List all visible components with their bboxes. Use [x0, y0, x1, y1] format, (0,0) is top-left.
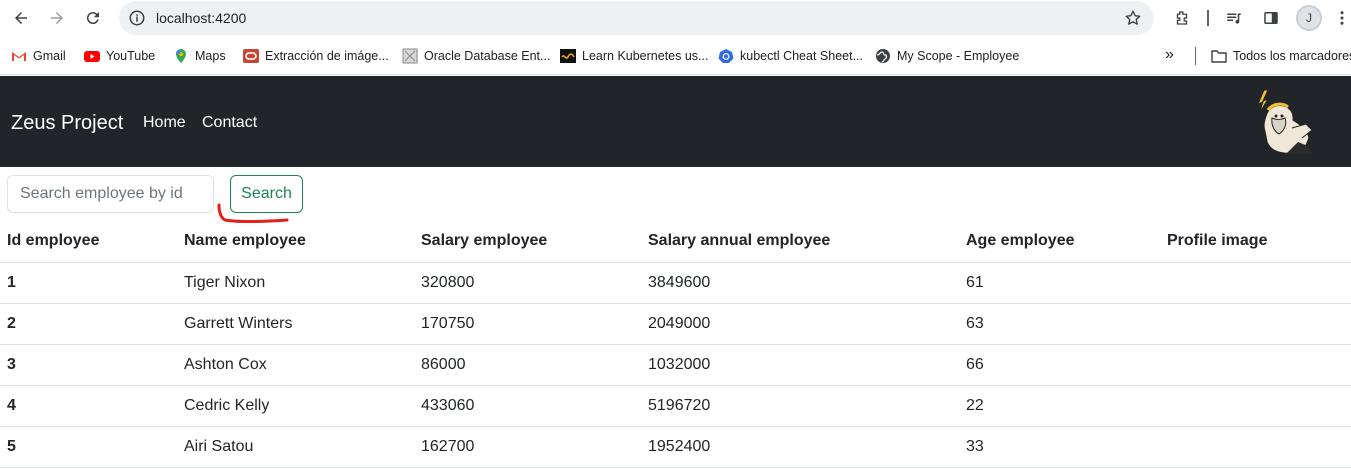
bookmark-learn-kubernetes[interactable]: Learn Kubernetes us...	[560, 48, 708, 64]
cell-age: 33	[959, 426, 1160, 468]
oracle-icon	[243, 49, 259, 63]
bookmark-label: Maps	[195, 49, 226, 63]
forward-arrow-icon[interactable]	[45, 6, 69, 30]
cell-id: 4	[0, 385, 177, 427]
more-bookmarks-chevron-icon[interactable]: »	[1165, 46, 1174, 64]
back-arrow-icon[interactable]	[9, 6, 33, 30]
bookmark-maps[interactable]: Maps	[173, 48, 226, 64]
cell-age: 22	[959, 385, 1160, 427]
cell-profile-image	[1160, 262, 1351, 304]
cell-salary: 170750	[414, 303, 641, 345]
profile-avatar[interactable]: J	[1296, 5, 1322, 31]
address-bar[interactable]: localhost:4200	[119, 1, 1154, 35]
bookmarks-bar: Gmail YouTube Maps Extracción de imáge..…	[0, 37, 1351, 75]
browser-toolbar: localhost:4200 J	[0, 0, 1351, 37]
table-header-row: Id employee Name employee Salary employe…	[0, 221, 1351, 263]
bookmark-oracle-db[interactable]: Oracle Database Ent...	[402, 48, 550, 64]
extensions-icon[interactable]	[1170, 6, 1194, 30]
table-row: 4 Cedric Kelly 433060 5196720 22	[0, 385, 1351, 427]
bookmark-label: My Scope - Employee	[897, 49, 1020, 63]
nav-link-contact[interactable]: Contact	[202, 114, 257, 132]
bookmark-gmail[interactable]: Gmail	[11, 48, 66, 64]
header-salary-annual: Salary annual employee	[641, 221, 959, 263]
cell-name: Ashton Cox	[177, 344, 414, 386]
media-control-icon[interactable]	[1222, 6, 1246, 30]
cell-age: 63	[959, 303, 1160, 345]
table-row: 5 Airi Satou 162700 1952400 33	[0, 426, 1351, 468]
cell-name: Cedric Kelly	[177, 385, 414, 427]
cell-name: Tiger Nixon	[177, 262, 414, 304]
cell-age: 61	[959, 262, 1160, 304]
cell-name: Airi Satou	[177, 426, 414, 468]
folder-icon	[1211, 50, 1227, 63]
cell-salary-annual: 5196720	[641, 385, 959, 427]
header-age: Age employee	[959, 221, 1160, 263]
table-row: 1 Tiger Nixon 320800 3849600 61	[0, 262, 1351, 304]
cell-salary: 433060	[414, 385, 641, 427]
zeus-logo-image	[1257, 89, 1313, 154]
all-bookmarks-label: Todos los marcadores	[1233, 49, 1351, 63]
bookmark-label: Extracción de imáge...	[265, 49, 389, 63]
employee-table: Id employee Name employee Salary employe…	[0, 221, 1351, 468]
url-text[interactable]: localhost:4200	[156, 10, 246, 26]
globe-icon	[876, 49, 890, 63]
bookmark-star-icon[interactable]	[1124, 9, 1142, 27]
search-employee-input[interactable]	[7, 175, 214, 213]
bookmark-label: kubectl Cheat Sheet...	[740, 49, 863, 63]
cell-profile-image	[1160, 426, 1351, 468]
bookmark-label: Learn Kubernetes us...	[582, 49, 709, 63]
cell-salary: 162700	[414, 426, 641, 468]
header-profile-image: Profile image	[1160, 221, 1351, 263]
nav-link-home[interactable]: Home	[143, 114, 186, 132]
cell-id: 5	[0, 426, 177, 468]
gmail-icon	[12, 52, 26, 61]
bookmark-my-scope[interactable]: My Scope - Employee	[875, 48, 1019, 64]
app-navbar: Zeus Project Home Contact	[0, 76, 1351, 167]
kubernetes-learn-icon	[560, 49, 576, 63]
bookmarks-divider	[1195, 47, 1196, 65]
avatar-letter: J	[1306, 11, 1312, 25]
cell-salary-annual: 1032000	[641, 344, 959, 386]
site-info-icon[interactable]	[128, 9, 146, 27]
toolbar-divider	[1207, 10, 1209, 26]
cell-salary: 86000	[414, 344, 641, 386]
bookmark-label: YouTube	[106, 49, 156, 63]
table-row: 3 Ashton Cox 86000 1032000 66	[0, 344, 1351, 386]
cell-salary-annual: 1952400	[641, 426, 959, 468]
bookmark-label: Gmail	[33, 49, 66, 63]
page-icon	[402, 48, 418, 64]
header-name: Name employee	[177, 221, 414, 263]
cell-age: 66	[959, 344, 1160, 386]
bookmark-label: Oracle Database Ent...	[424, 49, 551, 63]
cell-name: Garrett Winters	[177, 303, 414, 345]
bookmark-youtube[interactable]: YouTube	[84, 48, 155, 64]
header-salary: Salary employee	[414, 221, 641, 263]
cell-profile-image	[1160, 344, 1351, 386]
header-id: Id employee	[0, 221, 177, 263]
reload-icon[interactable]	[81, 6, 105, 30]
maps-icon	[175, 49, 186, 63]
kubernetes-icon	[718, 49, 734, 63]
bookmark-extraccion[interactable]: Extracción de imáge...	[243, 48, 389, 64]
bookmark-kubectl[interactable]: kubectl Cheat Sheet...	[718, 48, 863, 64]
cell-salary-annual: 3849600	[641, 262, 959, 304]
cell-profile-image	[1160, 303, 1351, 345]
side-panel-icon[interactable]	[1259, 6, 1283, 30]
cell-id: 3	[0, 344, 177, 386]
cell-profile-image	[1160, 385, 1351, 427]
navbar-brand[interactable]: Zeus Project	[11, 112, 123, 135]
youtube-icon	[84, 51, 100, 62]
all-bookmarks-folder[interactable]: Todos los marcadores	[1211, 48, 1351, 64]
menu-kebab-icon[interactable]	[1330, 6, 1351, 30]
table-row: 2 Garrett Winters 170750 2049000 63	[0, 303, 1351, 345]
cell-salary-annual: 2049000	[641, 303, 959, 345]
cell-id: 2	[0, 303, 177, 345]
cell-id: 1	[0, 262, 177, 304]
cell-salary: 320800	[414, 262, 641, 304]
